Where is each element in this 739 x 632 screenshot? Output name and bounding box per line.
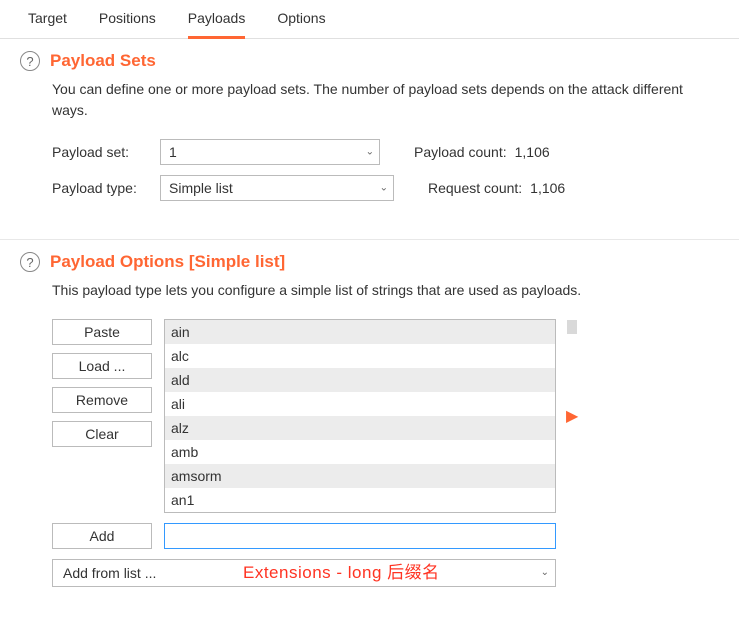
load-button[interactable]: Load ... [52,353,152,379]
add-payload-input[interactable] [164,523,556,549]
remove-button[interactable]: Remove [52,387,152,413]
payload-options-section: ? Payload Options [Simple list] This pay… [0,239,739,607]
payload-type-select[interactable] [160,175,394,201]
list-item[interactable]: ali [165,392,555,416]
tab-target[interactable]: Target [28,10,67,38]
payload-set-label: Payload set: [52,144,152,160]
payload-type-label: Payload type: [52,180,152,196]
add-button[interactable]: Add [52,523,152,549]
section-title-options: Payload Options [Simple list] [50,252,285,272]
payload-count-label: Payload count: [414,144,507,160]
request-count-label: Request count: [428,180,522,196]
add-from-list-select[interactable]: Add from list ... ⌄ Extensions - long 后缀… [52,559,556,587]
section-title-sets: Payload Sets [50,51,156,71]
paste-button[interactable]: Paste [52,319,152,345]
list-item[interactable]: ain [165,320,555,344]
right-triangle-icon[interactable]: ▶ [566,406,578,426]
annotation-text: Extensions - long 后缀名 [243,560,440,586]
list-item[interactable]: amb [165,440,555,464]
tab-payloads[interactable]: Payloads [188,10,246,39]
add-from-list-label: Add from list ... [63,565,156,581]
list-item[interactable]: ald [165,368,555,392]
payload-set-select[interactable] [160,139,380,165]
list-item[interactable]: amsorm [165,464,555,488]
help-icon[interactable]: ? [20,252,40,272]
list-item[interactable]: an1 [165,488,555,512]
payload-count-value: 1,106 [515,144,550,160]
chevron-down-icon: ⌄ [541,560,549,586]
list-item[interactable]: alz [165,416,555,440]
payload-list[interactable]: ain alc ald ali alz amb amsorm an1 [164,319,556,513]
help-icon[interactable]: ? [20,51,40,71]
options-description: This payload type lets you configure a s… [52,280,719,301]
tab-positions[interactable]: Positions [99,10,156,38]
tab-options[interactable]: Options [277,10,325,38]
request-count-value: 1,106 [530,180,565,196]
payload-sets-section: ? Payload Sets You can define one or mor… [0,39,739,231]
list-item[interactable]: alc [165,344,555,368]
sets-description: You can define one or more payload sets.… [52,79,719,121]
clear-button[interactable]: Clear [52,421,152,447]
